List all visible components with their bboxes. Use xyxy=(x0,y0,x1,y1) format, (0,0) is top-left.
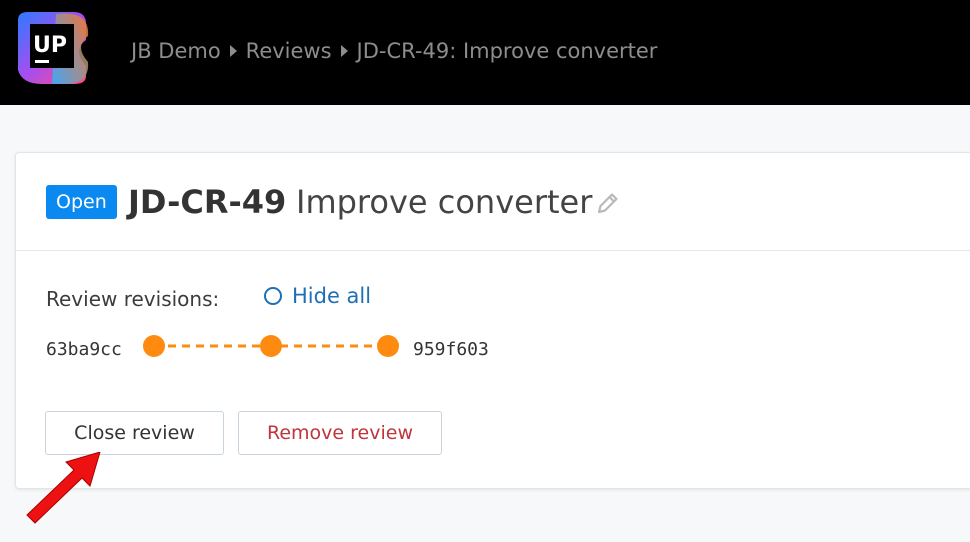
hide-all-label[interactable]: Hide all xyxy=(292,284,371,308)
revision-start-hash[interactable]: 63ba9cc xyxy=(46,339,122,360)
breadcrumb-separator-icon xyxy=(229,45,237,57)
logo-text: UP xyxy=(33,33,67,58)
hide-all-toggle[interactable]: Hide all xyxy=(264,284,371,308)
breadcrumb-item-current-review: JD-CR-49: Improve converter xyxy=(356,39,658,63)
close-review-button[interactable]: Close review xyxy=(45,411,224,455)
pencil-edit-icon[interactable] xyxy=(595,190,621,216)
revision-timeline xyxy=(143,335,399,357)
annotation-arrow-icon xyxy=(26,452,101,524)
radio-circle-icon[interactable] xyxy=(264,287,282,305)
breadcrumb-separator-icon xyxy=(340,45,348,57)
review-title: Improve converter xyxy=(296,183,593,221)
breadcrumb-item-reviews[interactable]: Reviews xyxy=(246,39,332,63)
revision-dot[interactable] xyxy=(143,335,165,357)
review-revisions-label: Review revisions: xyxy=(46,287,220,311)
breadcrumb-item-project[interactable]: JB Demo xyxy=(131,39,221,63)
review-id: JD-CR-49 xyxy=(128,183,287,221)
revision-end-hash[interactable]: 959f603 xyxy=(413,339,489,360)
remove-review-button[interactable]: Remove review xyxy=(238,411,442,455)
review-card: Open JD-CR-49 Improve converter Review r… xyxy=(15,152,970,489)
status-badge: Open xyxy=(46,185,117,219)
breadcrumb: JB Demo Reviews JD-CR-49: Improve conver… xyxy=(131,36,657,66)
app-logo-icon[interactable]: UP xyxy=(12,10,90,86)
review-header: Open JD-CR-49 Improve converter xyxy=(16,153,970,251)
revision-dot[interactable] xyxy=(377,335,399,357)
top-navigation-bar: UP JB Demo Reviews JD-CR-49: Improve con… xyxy=(0,0,970,105)
revision-dot[interactable] xyxy=(260,335,282,357)
